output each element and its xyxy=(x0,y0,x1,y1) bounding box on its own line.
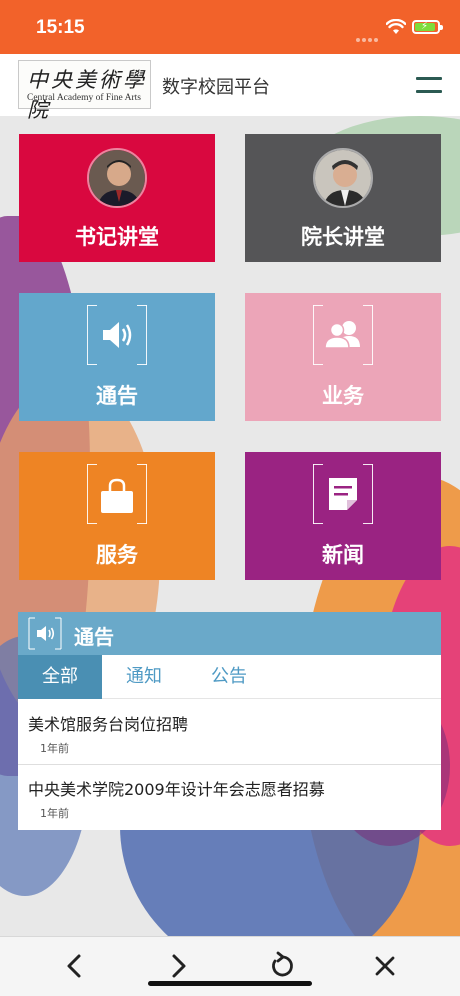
tile-president-lecture[interactable]: 院长讲堂 xyxy=(245,134,441,262)
notice-item-title: 中央美术学院2009年设计年会志愿者招募 xyxy=(28,780,325,799)
browser-toolbar xyxy=(0,936,460,996)
tile-label: 新闻 xyxy=(322,543,364,567)
notice-item-time: 1年前 xyxy=(40,742,69,755)
tile-label: 院长讲堂 xyxy=(301,225,385,249)
tile-service[interactable]: 服务 xyxy=(19,452,215,580)
battery-icon: ⚡ xyxy=(412,20,443,34)
notice-item-time: 1年前 xyxy=(40,807,69,820)
list-item[interactable]: 美术馆服务台岗位招聘 1年前 xyxy=(18,700,441,765)
tab-notification[interactable]: 通知 xyxy=(102,655,186,699)
back-icon[interactable] xyxy=(60,951,90,981)
speaker-icon xyxy=(103,322,132,348)
tile-label: 业务 xyxy=(322,384,364,408)
home-indicator xyxy=(148,981,312,986)
notice-title: 通告 xyxy=(74,625,114,649)
forward-icon[interactable] xyxy=(163,951,193,981)
users-icon-frame xyxy=(313,305,373,365)
note-icon-frame xyxy=(313,464,373,524)
tile-label: 书记讲堂 xyxy=(75,225,159,249)
list-item[interactable]: 中央美术学院2009年设计年会志愿者招募 1年前 xyxy=(18,765,441,830)
speaker-icon-frame xyxy=(87,305,147,365)
tile-label: 通告 xyxy=(96,384,138,408)
president-avatar xyxy=(313,148,373,208)
bag-icon xyxy=(101,478,133,513)
status-bar: 15:15 ⚡ xyxy=(0,0,460,54)
secretary-avatar xyxy=(87,148,147,208)
tile-label: 服务 xyxy=(96,543,138,567)
app-header: 中央美術學院 Central Academy of Fine Arts 数字校园… xyxy=(0,54,460,122)
tile-business[interactable]: 业务 xyxy=(245,293,441,421)
academy-logo[interactable]: 中央美術學院 Central Academy of Fine Arts xyxy=(18,60,151,122)
status-time: 15:15 xyxy=(36,17,85,38)
logo-english: Central Academy of Fine Arts xyxy=(27,93,141,103)
notice-panel: 通告 全部 通知 公告 美术馆服务台岗位招聘 1年前 中央美术学院2009年设计… xyxy=(18,612,441,830)
tile-announcement[interactable]: 通告 xyxy=(19,293,215,421)
users-icon xyxy=(324,321,360,349)
wifi-icon xyxy=(386,19,406,34)
tile-secretary-lecture[interactable]: 书记讲堂 xyxy=(19,134,215,262)
tile-news[interactable]: 新闻 xyxy=(245,452,441,580)
signal-icon xyxy=(356,27,380,42)
page-title: 数字校园平台 xyxy=(162,77,270,98)
tab-bulletin[interactable]: 公告 xyxy=(187,655,271,699)
close-icon[interactable] xyxy=(370,951,400,981)
reload-icon[interactable] xyxy=(267,951,297,981)
menu-icon[interactable] xyxy=(416,77,442,93)
notice-tabs: 全部 通知 公告 xyxy=(18,655,441,699)
tab-all[interactable]: 全部 xyxy=(18,655,102,699)
notice-item-title: 美术馆服务台岗位招聘 xyxy=(28,715,189,734)
bag-icon-frame xyxy=(87,464,147,524)
notice-header: 通告 xyxy=(18,612,441,655)
note-icon xyxy=(329,478,357,510)
speaker-icon xyxy=(28,617,62,650)
